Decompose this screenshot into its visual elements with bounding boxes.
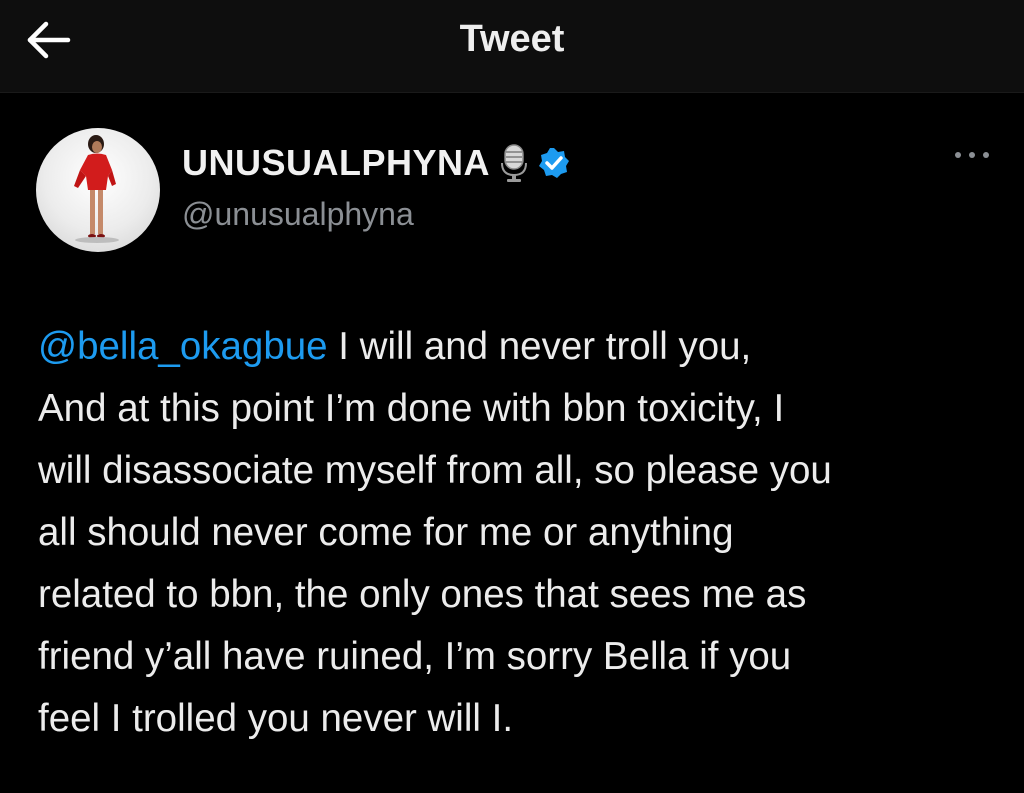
microphone-icon: [498, 143, 530, 183]
tweet-body: @bella_okagbue I will and never troll yo…: [38, 316, 998, 750]
more-options-button[interactable]: [948, 144, 996, 168]
tweet-line: feel I trolled you never will I.: [38, 697, 514, 740]
tweet-line: all should never come for me or anything: [38, 511, 734, 554]
tweet-line: will disassociate myself from all, so pl…: [38, 449, 832, 492]
avatar[interactable]: [36, 128, 160, 252]
tweet-line-text: I will and never troll you,: [327, 325, 752, 368]
tweet-line: @bella_okagbue I will and never troll yo…: [38, 316, 998, 378]
page-title: Tweet: [459, 18, 565, 60]
avatar-image: [74, 135, 119, 243]
tweet-line: related to bbn, the only ones that sees …: [38, 573, 807, 616]
tweet-line: And at this point I’m done with bbn toxi…: [38, 387, 785, 430]
author-name-row[interactable]: UNUSUALPHYNA: [182, 142, 570, 184]
tweet-author-header: UNUSUALPHYNA @unusualphyna: [36, 128, 996, 252]
mention-link[interactable]: @bella_okagbue: [38, 325, 328, 368]
more-horizontal-icon: [952, 147, 992, 165]
tweet-line: friend y’all have ruined, I’m sorry Bell…: [38, 635, 792, 678]
author-display-name[interactable]: UNUSUALPHYNA: [182, 142, 490, 184]
top-bar: Tweet: [0, 0, 1024, 93]
author-handle[interactable]: @unusualphyna: [182, 196, 414, 233]
verified-badge-icon[interactable]: [538, 147, 570, 179]
